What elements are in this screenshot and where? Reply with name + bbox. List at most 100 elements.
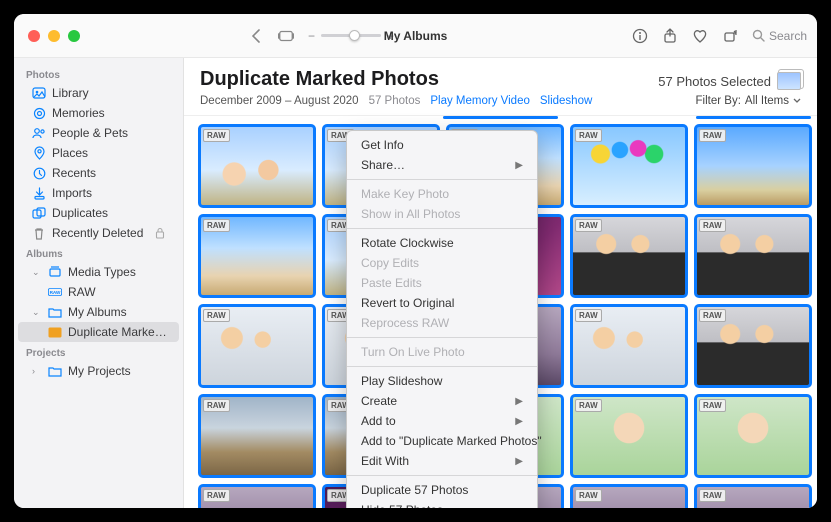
rotate-icon[interactable] <box>722 28 738 44</box>
folder-icon <box>48 364 62 378</box>
menu-item[interactable]: Rotate Clockwise <box>347 233 537 253</box>
sidebar-item-raw[interactable]: RAWRAW <box>18 282 179 302</box>
duplicates-icon <box>32 206 46 220</box>
sidebar-item-my-albums[interactable]: ⌄My Albums <box>18 302 179 322</box>
search-field[interactable]: Search <box>752 29 807 43</box>
places-icon <box>32 146 46 160</box>
sidebar-item-duplicates[interactable]: Duplicates <box>18 203 179 223</box>
slideshow-link[interactable]: Slideshow <box>540 95 592 107</box>
favorite-icon[interactable] <box>692 28 708 44</box>
chevron-down-icon <box>793 98 801 104</box>
back-button[interactable] <box>248 28 264 44</box>
photo-thumbnail[interactable]: RAW <box>696 486 810 508</box>
sidebar-item-memories[interactable]: Memories <box>18 103 179 123</box>
raw-badge: RAW <box>575 219 602 232</box>
photo-thumbnail[interactable]: RAW <box>572 396 686 476</box>
context-menu: Get InfoShare…▶ Make Key PhotoShow in All… <box>346 130 538 508</box>
menu-item: Make Key Photo <box>347 184 537 204</box>
menu-item[interactable]: Duplicate 57 Photos <box>347 480 537 500</box>
menu-item[interactable]: Add to "Duplicate Marked Photos" <box>347 431 537 451</box>
share-icon[interactable] <box>662 28 678 44</box>
subheader: December 2009 – August 2020 57 Photos Pl… <box>184 91 817 116</box>
sidebar-section-photos: Photos <box>14 64 183 83</box>
memories-icon <box>32 106 46 120</box>
sidebar-item-imports[interactable]: Imports <box>18 183 179 203</box>
raw-badge: RAW <box>575 489 602 502</box>
photo-thumbnail[interactable]: RAW <box>200 396 314 476</box>
menu-item[interactable]: Add to▶ <box>347 411 537 431</box>
sidebar-item-recents[interactable]: Recents <box>18 163 179 183</box>
menu-item[interactable]: Create▶ <box>347 391 537 411</box>
photo-thumbnail[interactable]: RAW <box>200 486 314 508</box>
photo-thumbnail[interactable]: RAW <box>200 306 314 386</box>
raw-badge: RAW <box>699 399 726 412</box>
menu-item[interactable]: Get Info <box>347 135 537 155</box>
submenu-arrow-icon: ▶ <box>515 416 523 427</box>
raw-badge: RAW <box>203 219 230 232</box>
info-icon[interactable] <box>632 28 648 44</box>
date-range: December 2009 – August 2020 <box>200 95 359 107</box>
close-window-button[interactable] <box>28 30 40 42</box>
menu-item: Turn On Live Photo <box>347 342 537 362</box>
sidebar-item-duplicate-marked-photos[interactable]: Duplicate Marked Photos <box>18 322 179 342</box>
photo-thumbnail[interactable]: RAW <box>200 216 314 296</box>
sidebar-item-places[interactable]: Places <box>18 143 179 163</box>
sidebar-item-my-projects[interactable]: ›My Projects <box>18 361 179 381</box>
sidebar-item-recently-deleted[interactable]: Recently Deleted <box>18 223 179 243</box>
selection-count: 57 Photos Selected <box>658 72 801 90</box>
menu-item[interactable]: Share…▶ <box>347 155 537 175</box>
lock-icon <box>153 226 167 240</box>
sidebar-item-media-types[interactable]: ⌄Media Types <box>18 262 179 282</box>
photo-thumbnail[interactable]: RAW <box>696 126 810 206</box>
app-window: − + My Albums Search Photos Library Memo… <box>14 14 817 508</box>
raw-badge: RAW <box>699 129 726 142</box>
stack-icon <box>48 265 62 279</box>
zoom-minus-label: − <box>308 29 315 43</box>
sidebar: Photos Library Memories People & Pets Pl… <box>14 58 184 508</box>
raw-badge: RAW <box>203 399 230 412</box>
menu-item: Reprocess RAW <box>347 313 537 333</box>
photo-thumbnail[interactable]: RAW <box>572 306 686 386</box>
photo-thumbnail[interactable]: RAW <box>696 396 810 476</box>
photo-thumbnail[interactable]: RAW <box>572 126 686 206</box>
filter-dropdown[interactable]: Filter By: All Items <box>696 95 801 107</box>
search-icon <box>752 29 765 42</box>
chevron-down-icon: ⌄ <box>32 307 42 318</box>
photo-thumbnail[interactable]: RAW <box>200 126 314 206</box>
menu-item: Paste Edits <box>347 273 537 293</box>
fullscreen-window-button[interactable] <box>68 30 80 42</box>
menu-item: Show in All Photos <box>347 204 537 224</box>
photo-thumbnail[interactable]: RAW <box>696 306 810 386</box>
photo-thumbnail[interactable]: RAW <box>696 216 810 296</box>
photo-thumbnail[interactable]: RAW <box>572 486 686 508</box>
photo-thumbnail[interactable]: RAW <box>572 216 686 296</box>
sidebar-item-people[interactable]: People & Pets <box>18 123 179 143</box>
raw-badge: RAW <box>575 399 602 412</box>
titlebar: − + My Albums Search <box>14 14 817 58</box>
raw-badge: RAW <box>203 309 230 322</box>
play-memory-link[interactable]: Play Memory Video <box>430 95 530 107</box>
window-controls <box>24 30 80 42</box>
minimize-window-button[interactable] <box>48 30 60 42</box>
menu-item[interactable]: Play Slideshow <box>347 371 537 391</box>
chevron-down-icon: ⌄ <box>32 267 42 278</box>
page-title: Duplicate Marked Photos <box>200 68 439 91</box>
menu-item[interactable]: Revert to Original <box>347 293 537 313</box>
trash-icon <box>32 226 46 240</box>
chevron-right-icon: › <box>32 366 42 376</box>
zoom-slider[interactable]: − + <box>308 29 394 43</box>
search-placeholder: Search <box>769 29 807 43</box>
raw-badge: RAW <box>699 489 726 502</box>
submenu-arrow-icon: ▶ <box>515 456 523 467</box>
album-icon <box>48 325 62 339</box>
menu-item[interactable]: Edit With▶ <box>347 451 537 471</box>
view-mode-icon[interactable] <box>278 28 294 44</box>
sidebar-section-projects: Projects <box>14 342 183 361</box>
sidebar-item-library[interactable]: Library <box>18 83 179 103</box>
selection-thumb-icon <box>777 72 801 90</box>
svg-text:RAW: RAW <box>50 290 61 295</box>
menu-item[interactable]: Hide 57 Photos <box>347 500 537 508</box>
raw-badge: RAW <box>699 219 726 232</box>
photo-count: 57 Photos <box>369 95 421 107</box>
raw-badge: RAW <box>575 129 602 142</box>
